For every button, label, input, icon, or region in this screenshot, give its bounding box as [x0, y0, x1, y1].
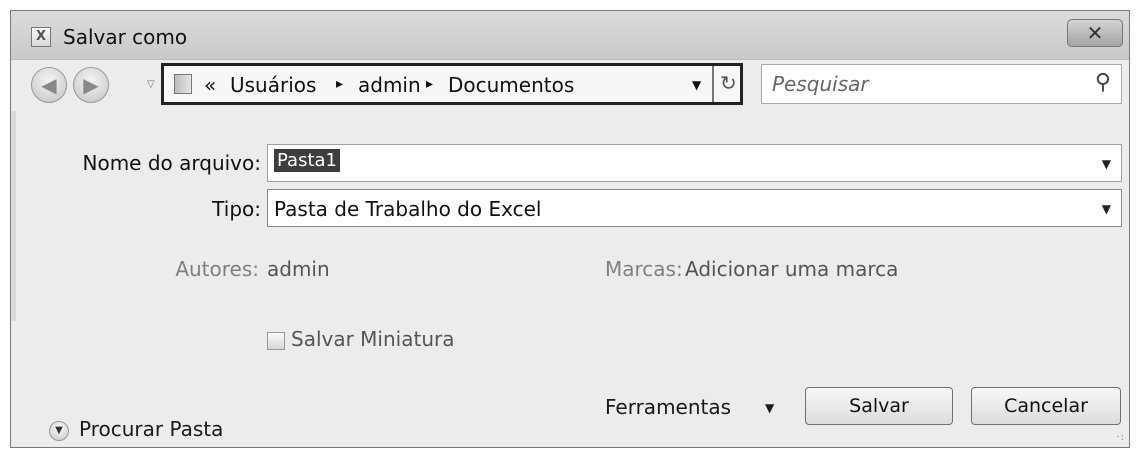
search-box[interactable]: Pesquisar ⚲: [761, 64, 1122, 104]
back-arrow-icon: ◀: [41, 73, 57, 97]
cancel-button[interactable]: Cancelar: [971, 387, 1121, 425]
type-value: Pasta de Trabalho do Excel: [274, 197, 542, 221]
refresh-icon[interactable]: ↻: [720, 71, 737, 95]
breadcrumb-admin[interactable]: admin: [358, 73, 421, 97]
forward-arrow-icon: ▶: [83, 73, 99, 97]
chevron-down-icon[interactable]: ▼: [1102, 202, 1111, 216]
dialog-title: Salvar como: [63, 25, 188, 49]
type-select[interactable]: Pasta de Trabalho do Excel ▼: [267, 189, 1122, 227]
breadcrumb-usuarios[interactable]: Usuários: [230, 73, 316, 97]
chevron-down-icon[interactable]: ▼: [1102, 157, 1111, 171]
chevron-down-circle-icon[interactable]: ▼: [49, 421, 69, 441]
tools-dropdown-arrow[interactable]: ▼: [765, 401, 774, 415]
tools-menu[interactable]: Ferramentas: [605, 395, 731, 419]
filename-input[interactable]: Pasta1 ▼: [267, 144, 1122, 182]
breadcrumb-overflow[interactable]: «: [204, 73, 216, 97]
authors-value[interactable]: admin: [267, 257, 330, 281]
search-placeholder: Pesquisar: [772, 72, 869, 96]
address-bar[interactable]: « Usuários ▸ admin ▸ Documentos ▼ ↻: [161, 63, 743, 105]
close-button[interactable]: ✕: [1067, 19, 1123, 47]
address-dropdown-arrow[interactable]: ▼: [692, 78, 701, 92]
filename-label: Nome do arquivo:: [82, 151, 262, 175]
excel-icon: X: [31, 27, 51, 47]
type-label: Tipo:: [212, 197, 261, 221]
save-button[interactable]: Salvar: [805, 387, 953, 425]
address-divider: [712, 66, 714, 102]
resize-grip[interactable]: ·:: [1116, 432, 1125, 443]
authors-label: Autores:: [175, 257, 259, 281]
tags-label: Marcas:: [605, 257, 683, 281]
title-bar: X Salvar como ✕: [11, 11, 1129, 60]
close-icon: ✕: [1086, 21, 1104, 45]
save-as-dialog: X Salvar como ✕ ◀ ▶ ▽ « Usuários ▸ admin…: [10, 10, 1130, 448]
recent-locations-dropdown[interactable]: ▽: [147, 79, 155, 90]
filename-value[interactable]: Pasta1: [274, 149, 340, 172]
back-button[interactable]: ◀: [31, 67, 67, 103]
breadcrumb-separator[interactable]: ▸: [426, 76, 433, 92]
breadcrumb-separator[interactable]: ▸: [336, 76, 343, 92]
search-icon[interactable]: ⚲: [1095, 70, 1111, 95]
folder-icon: [174, 74, 192, 94]
left-edge-accent: [11, 111, 16, 321]
forward-button[interactable]: ▶: [73, 67, 109, 103]
navigation-row: ◀ ▶ ▽ « Usuários ▸ admin ▸ Documentos ▼ …: [11, 59, 1129, 111]
thumbnail-label[interactable]: Salvar Miniatura: [291, 327, 454, 351]
browse-folders-label[interactable]: Procurar Pasta: [79, 417, 223, 441]
tags-value[interactable]: Adicionar uma marca: [685, 257, 898, 281]
breadcrumb-documentos[interactable]: Documentos: [448, 73, 574, 97]
thumbnail-checkbox[interactable]: [267, 332, 285, 350]
